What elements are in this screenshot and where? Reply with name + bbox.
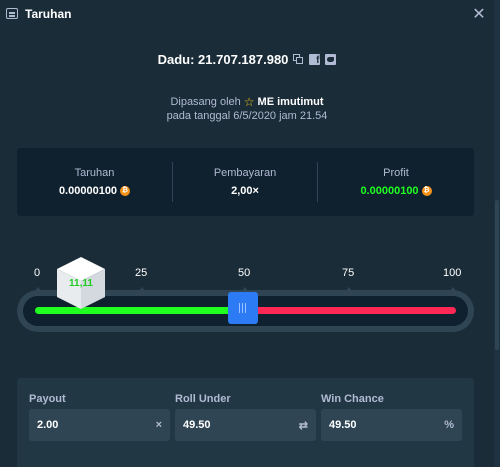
title-bar: Taruhan ✕ — [0, 0, 500, 30]
tick-label-50: 50 — [238, 267, 251, 279]
tick-label-100: 100 — [443, 267, 462, 279]
win-chance-field[interactable]: 49.50 % — [321, 409, 462, 441]
bitcoin-icon — [421, 186, 432, 196]
roll-under-value: 49.50 — [183, 419, 211, 431]
win-chance-label: Win Chance — [321, 393, 384, 405]
wager-value-row: 0.00000100 — [58, 185, 131, 197]
placed-date: pada tanggal 6/5/2020 jam 21.54 — [166, 110, 328, 122]
payout-field-label: Payout — [29, 393, 66, 405]
bitcoin-icon — [120, 186, 131, 196]
dice-id-row: Dadu: 21.707.187.980 — [0, 52, 494, 67]
copy-icon[interactable] — [293, 54, 304, 65]
twitter-icon[interactable] — [325, 54, 337, 65]
wager-value: 0.00000100 — [58, 185, 118, 197]
stat-wager: Taruhan 0.00000100 — [17, 148, 172, 216]
wager-label: Taruhan — [74, 167, 115, 179]
tick-label-25: 25 — [135, 267, 148, 279]
grip-icon — [239, 303, 249, 313]
profit-label: Profit — [383, 167, 409, 179]
tick-label-75: 75 — [342, 267, 355, 279]
result-value: 11,11 — [69, 278, 93, 289]
tick-label-0: 0 — [34, 267, 41, 279]
stat-profit: Profit 0.00000100 — [318, 148, 474, 216]
swap-icon[interactable]: ⇄ — [299, 419, 308, 432]
close-icon[interactable]: ✕ — [470, 4, 488, 26]
payout-field[interactable]: 2.00 × — [29, 409, 170, 441]
payout-field-value: 2.00 — [37, 419, 59, 431]
profit-value: 0.00000100 — [360, 185, 419, 197]
lose-range-bar — [243, 307, 456, 314]
multiply-icon: × — [155, 419, 162, 431]
window-title: Taruhan — [25, 7, 72, 21]
win-chance-value: 49.50 — [329, 419, 357, 431]
result-dice-icon: 11,11 — [57, 257, 105, 309]
stat-payout: Pembayaran 2,00× — [173, 148, 317, 216]
roll-under-field[interactable]: 49.50 ⇄ — [175, 409, 316, 441]
star-icon: ☆ — [243, 95, 255, 109]
slider-handle[interactable] — [228, 292, 259, 324]
dice-id-text: Dadu: 21.707.187.980 — [157, 52, 289, 67]
placed-by-row: Dipasang oleh ☆ ME imutimut — [0, 95, 494, 109]
scrollbar-thumb[interactable] — [495, 200, 499, 350]
receipt-icon — [6, 8, 18, 19]
facebook-icon[interactable] — [309, 54, 321, 66]
roll-under-label: Roll Under — [175, 393, 231, 405]
payout-label: Pembayaran — [213, 167, 277, 179]
payout-value: 2,00× — [231, 185, 259, 197]
bet-stats-panel: Taruhan 0.00000100 Pembayaran 2,00× Prof… — [17, 148, 474, 216]
profit-value-row: 0.00000100 — [360, 185, 432, 197]
user-name-link[interactable]: ME imutimut — [258, 96, 324, 108]
percent-icon: % — [444, 419, 454, 431]
placed-by-prefix: Dipasang oleh — [170, 96, 241, 108]
